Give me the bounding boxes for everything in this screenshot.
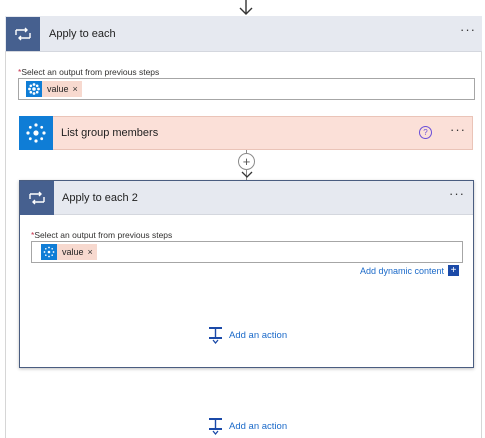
add-icon: + [448,265,460,276]
add-an-action-button[interactable]: Add an action [208,326,287,344]
connector-icon [41,244,57,260]
connector-icon [19,116,53,150]
add-an-action-button[interactable]: Add an action [208,417,287,435]
field-label: *Select an output from previous steps [31,230,172,240]
field-label-text: Select an output from previous steps [34,230,173,240]
field-label: *Select an output from previous steps [18,67,159,77]
add-action-icon [209,418,222,435]
add-action-icon [209,327,222,344]
more-icon[interactable]: ··· [460,22,476,37]
more-icon[interactable]: ··· [450,122,466,137]
token-label: value [62,247,84,257]
close-icon[interactable]: × [73,84,82,94]
token-label: value [47,84,69,94]
arrow-down-icon [239,0,253,15]
add-an-action-label: Add an action [229,329,288,341]
loop-icon [20,181,54,215]
arrow-down-icon [241,171,253,178]
list-group-members-title: List group members [61,127,159,139]
connector-icon [26,81,42,97]
more-icon[interactable]: ··· [449,186,465,201]
value-token[interactable]: value × [26,81,82,97]
add-dynamic-content-link[interactable]: Add dynamic content + [360,265,460,276]
add-dynamic-content-label: Add dynamic content [360,265,445,276]
add-an-action-label: Add an action [229,420,288,432]
select-output-field[interactable] [18,78,475,100]
loop-icon [6,17,40,51]
value-token[interactable]: value × [41,244,97,260]
close-icon[interactable]: × [88,247,97,257]
apply-to-each-title: Apply to each [49,28,116,40]
field-label-text: Select an output from previous steps [21,67,160,77]
apply-to-each-2-title: Apply to each 2 [62,192,138,204]
help-icon[interactable]: ? [419,126,432,139]
